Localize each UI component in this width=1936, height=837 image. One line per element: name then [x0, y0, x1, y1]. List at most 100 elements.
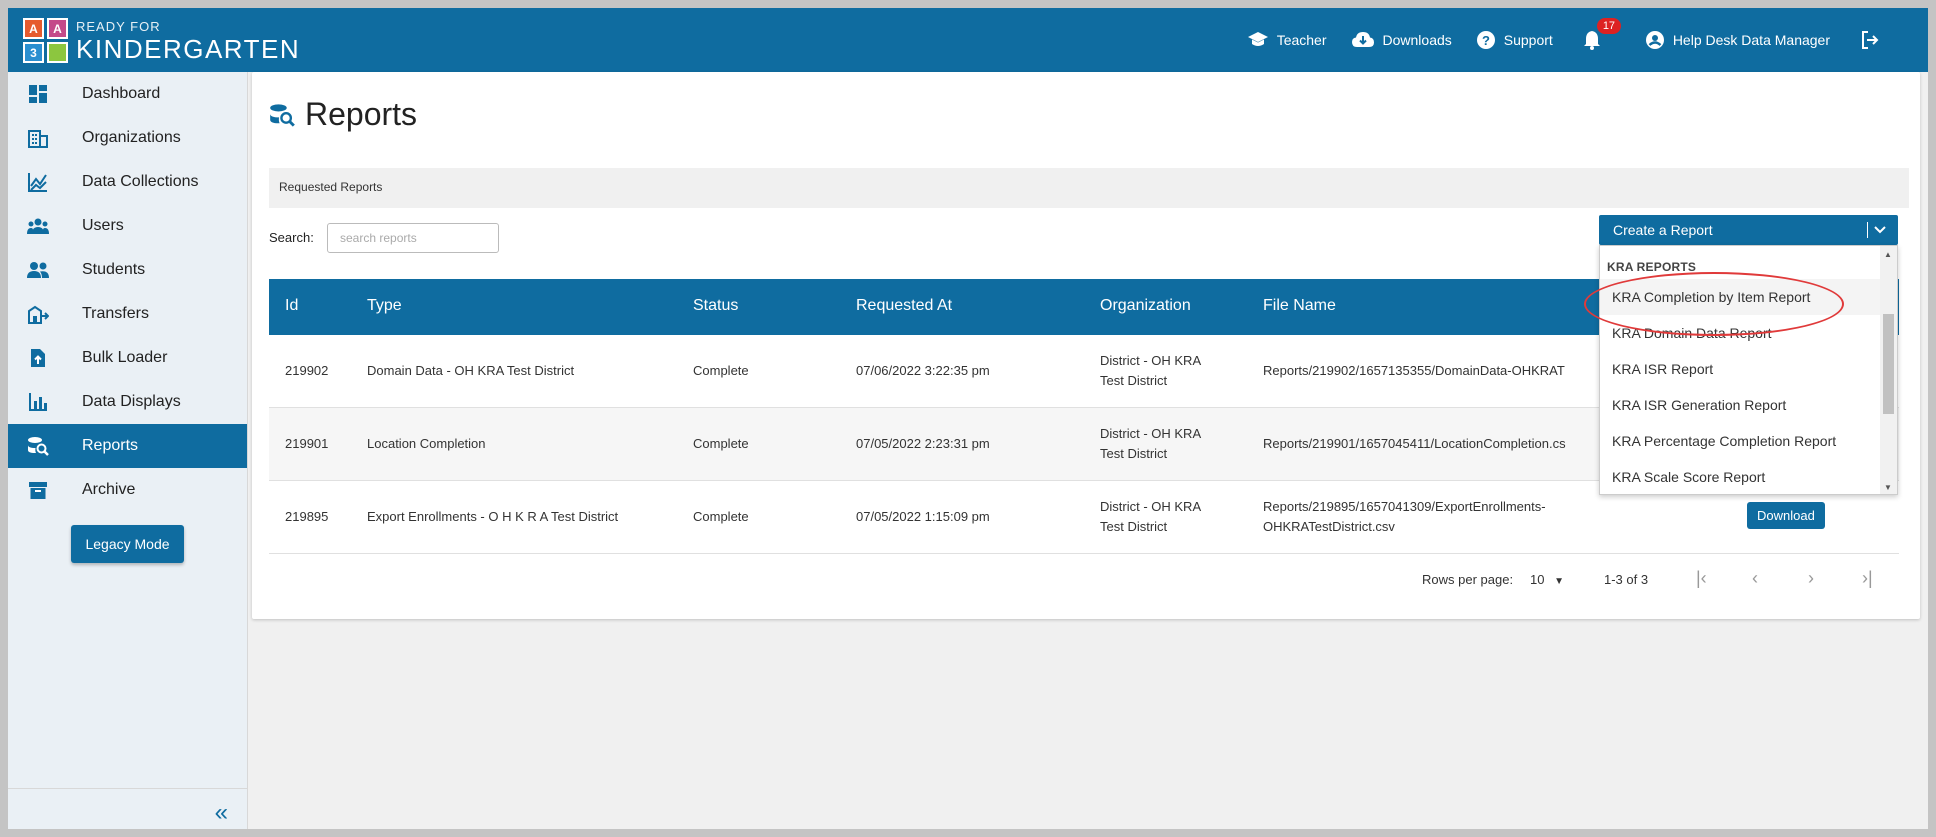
- logo-block: 3: [23, 42, 44, 63]
- sidebar-item-label: Data Collections: [82, 173, 199, 190]
- dropdown-item[interactable]: KRA ISR Generation Report: [1600, 387, 1882, 423]
- organizations-icon: [26, 126, 50, 150]
- sidebar-item-data-collections[interactable]: Data Collections: [8, 160, 247, 204]
- sidebar-item-users[interactable]: Users: [8, 204, 247, 248]
- cell-requested-at: 07/06/2022 3:22:35 pm: [856, 363, 990, 378]
- graduation-cap-icon: [1247, 32, 1268, 46]
- report-type-dropdown: KRA REPORTS KRA Completion by Item Repor…: [1599, 245, 1898, 495]
- dropdown-item[interactable]: KRA Completion by Item Report: [1600, 279, 1882, 315]
- logo-blocks: A A 3: [23, 18, 68, 63]
- legacy-mode-button[interactable]: Legacy Mode: [71, 525, 184, 563]
- sidebar: Dashboard Organizations Data Collections…: [8, 72, 248, 829]
- svg-text:?: ?: [1482, 33, 1490, 48]
- cell-organization-line2: Test District: [1100, 446, 1168, 461]
- logo-text: READY FOR KINDERGARTEN: [76, 20, 300, 62]
- sidebar-item-label: Data Displays: [82, 393, 181, 410]
- cell-file-name: Reports/219895/1657041309/ExportEnrollme…: [1263, 499, 1546, 514]
- search-input[interactable]: [327, 223, 499, 253]
- chart-icon: [26, 170, 50, 194]
- cell-id: 219901: [285, 436, 329, 451]
- bar-chart-icon: [26, 390, 50, 414]
- reports-icon: [26, 434, 50, 458]
- dropdown-scrollbar[interactable]: ▲ ▼: [1880, 246, 1897, 494]
- cell-id: 219902: [285, 363, 329, 378]
- previous-page-icon[interactable]: ‹: [1752, 568, 1758, 589]
- logo-block: A: [23, 18, 44, 39]
- sidebar-item-bulk-loader[interactable]: Bulk Loader: [8, 336, 247, 380]
- column-header-file-name[interactable]: File Name: [1263, 297, 1336, 315]
- cell-type: Export Enrollments - O H K R A Test Dist…: [367, 509, 619, 524]
- column-header-organization[interactable]: Organization: [1100, 297, 1191, 315]
- app-window: A A 3 READY FOR KINDERGARTEN Teacher Dow…: [8, 8, 1928, 829]
- account-circle-icon: [1645, 31, 1664, 49]
- downloads-link[interactable]: Downloads: [1351, 31, 1452, 49]
- teacher-link[interactable]: Teacher: [1247, 31, 1327, 49]
- collapse-sidebar-icon[interactable]: «: [215, 799, 228, 827]
- sidebar-item-reports[interactable]: Reports: [8, 424, 247, 468]
- reports-icon: [270, 103, 295, 127]
- first-page-icon[interactable]: |‹: [1696, 568, 1707, 589]
- teacher-label: Teacher: [1276, 32, 1327, 48]
- section-subheader: Requested Reports: [269, 168, 1909, 208]
- downloads-label: Downloads: [1382, 32, 1452, 48]
- support-label: Support: [1503, 32, 1553, 48]
- logout-icon: [1862, 31, 1879, 49]
- notifications-button[interactable]: 17: [1583, 18, 1622, 50]
- logout-button[interactable]: [1860, 30, 1888, 50]
- column-header-requested-at[interactable]: Requested At: [856, 297, 952, 315]
- column-header-type[interactable]: Type: [367, 297, 402, 315]
- sidebar-item-label: Students: [82, 261, 146, 278]
- column-header-status[interactable]: Status: [693, 297, 738, 315]
- logo-tagline: READY FOR: [76, 18, 161, 34]
- dropdown-group-label: KRA REPORTS: [1607, 260, 1697, 274]
- sidebar-item-archive[interactable]: Archive: [8, 468, 247, 512]
- cell-organization: District - OH KRA: [1100, 426, 1202, 441]
- app-logo[interactable]: A A 3 READY FOR KINDERGARTEN: [23, 18, 300, 63]
- chevron-down-icon[interactable]: [1871, 220, 1889, 238]
- bell-icon: [1583, 31, 1600, 50]
- support-link[interactable]: ? Support: [1476, 30, 1553, 50]
- scrollbar-thumb[interactable]: [1883, 314, 1894, 414]
- sidebar-item-transfers[interactable]: Transfers: [8, 292, 247, 336]
- scroll-up-arrow-icon[interactable]: ▲: [1884, 250, 1892, 259]
- sidebar-item-dashboard[interactable]: Dashboard: [8, 72, 247, 116]
- split-divider: [1867, 222, 1868, 238]
- page-title: Reports: [305, 96, 418, 132]
- dropdown-item[interactable]: KRA Domain Data Report: [1600, 315, 1882, 351]
- cell-file-name: Reports/219902/1657135355/DomainData-OHK…: [1263, 363, 1565, 378]
- scroll-down-arrow-icon[interactable]: ▼: [1884, 483, 1892, 492]
- notification-count-badge: 17: [1596, 18, 1622, 34]
- help-icon: ?: [1476, 31, 1495, 49]
- cell-file-name-line2: OHKRATestDistrict.csv: [1263, 519, 1395, 534]
- sidebar-item-students[interactable]: Students: [8, 248, 247, 292]
- download-button[interactable]: Download: [1747, 502, 1825, 529]
- upload-file-icon: [26, 346, 50, 370]
- caret-down-icon: ▼: [1554, 576, 1564, 587]
- column-header-id[interactable]: Id: [285, 297, 298, 315]
- students-icon: [26, 258, 50, 282]
- cell-file-name: Reports/219901/1657045411/LocationComple…: [1263, 436, 1566, 451]
- top-navbar: A A 3 READY FOR KINDERGARTEN Teacher Dow…: [8, 8, 1928, 72]
- next-page-icon[interactable]: ›: [1808, 568, 1814, 589]
- cell-id: 219895: [285, 509, 329, 524]
- create-report-label: Create a Report: [1613, 222, 1713, 238]
- top-nav-actions: Teacher Downloads ? Support 17 Help Desk…: [1223, 8, 1888, 72]
- dropdown-item[interactable]: KRA Scale Score Report: [1600, 459, 1882, 494]
- sidebar-item-label: Reports: [82, 437, 139, 454]
- sidebar-item-label: Transfers: [82, 305, 149, 322]
- sidebar-item-data-displays[interactable]: Data Displays: [8, 380, 247, 424]
- sidebar-item-organizations[interactable]: Organizations: [8, 116, 247, 160]
- cell-organization-line2: Test District: [1100, 373, 1168, 388]
- dropdown-item[interactable]: KRA ISR Report: [1600, 351, 1882, 387]
- logo-wordmark: KINDERGARTEN: [76, 33, 301, 64]
- user-menu[interactable]: Help Desk Data Manager: [1645, 30, 1830, 50]
- last-page-icon[interactable]: ›|: [1862, 568, 1873, 589]
- create-report-button[interactable]: Create a Report: [1599, 215, 1898, 245]
- cell-type: Location Completion: [367, 436, 486, 451]
- cell-status: Complete: [693, 509, 749, 524]
- user-name: Help Desk Data Manager: [1672, 32, 1830, 48]
- cell-organization-line2: Test District: [1100, 519, 1168, 534]
- rows-per-page-value: 10: [1530, 572, 1545, 587]
- rows-per-page-select[interactable]: 10 ▼: [1530, 572, 1564, 587]
- dropdown-item[interactable]: KRA Percentage Completion Report: [1600, 423, 1882, 459]
